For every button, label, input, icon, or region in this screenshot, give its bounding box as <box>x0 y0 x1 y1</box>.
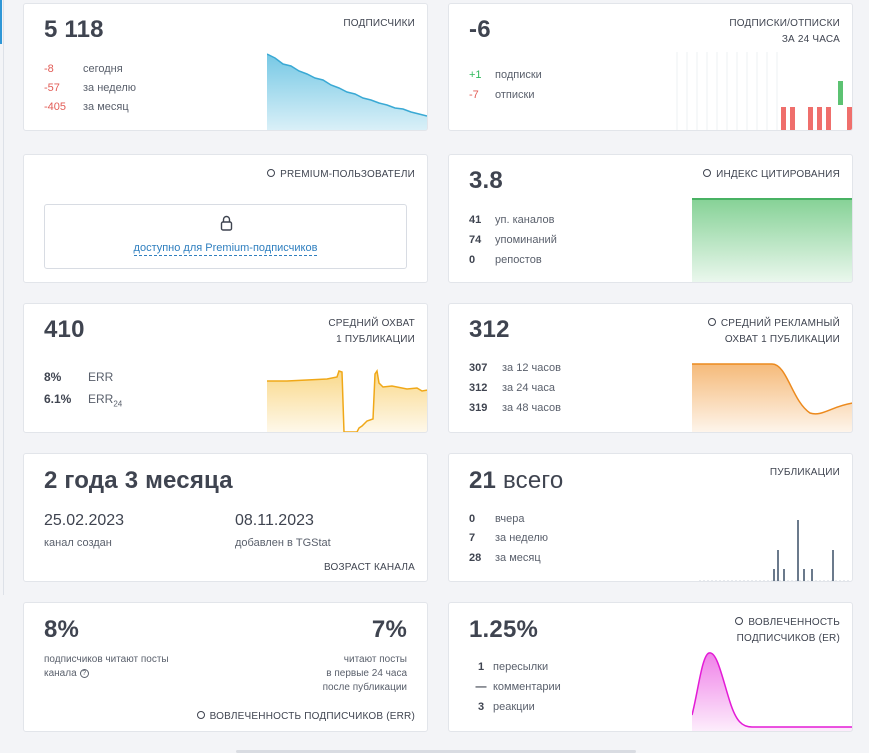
citation-reposts: 0 репостов <box>469 254 542 266</box>
premium-card[interactable]: PREMIUM-ПОЛЬЗОВАТЕЛИ доступно для Premiu… <box>23 154 428 283</box>
active-indicator <box>0 0 2 44</box>
ad-reach-12h: 307 за 12 часов <box>469 362 561 374</box>
subs-unsubs-card[interactable]: -6 ПОДПИСКИ/ОТПИСКИ ЗА 24 ЧАСА +1 подписки… <box>448 3 853 131</box>
citation-header: ИНДЕКС ЦИТИРОВАНИЯ <box>703 167 840 183</box>
subs-unsubs-header: ПОДПИСКИ/ОТПИСКИ ЗА 24 ЧАСА <box>729 18 840 45</box>
err-left-label: подписчиков читают посты канала? <box>44 654 169 679</box>
channel-age-value: 2 года 3 месяца <box>44 467 233 494</box>
reach-header: СРЕДНИЙ ОХВАТ 1 ПУБЛИКАЦИИ <box>328 318 415 345</box>
unsubscriptions-row: -7 отписки <box>469 89 535 101</box>
err-card[interactable]: 8% 7% подписчиков читают посты канала? чи… <box>23 602 428 732</box>
err-right-value: 7% <box>371 616 407 643</box>
er-comments: — комментарии <box>475 681 561 693</box>
subscribers-today: -8 сегодня <box>44 63 123 75</box>
added-label: добавлен в TGStat <box>235 537 331 549</box>
net-change: -6 <box>469 16 491 43</box>
publications-bar-chart <box>699 520 851 581</box>
err24-row: 6.1% ERR24 <box>44 392 123 409</box>
premium-header: PREMIUM-ПОЛЬЗОВАТЕЛИ <box>267 167 415 183</box>
subscribers-trend-chart <box>267 53 427 130</box>
publications-yesterday: 0 вчера <box>469 513 525 525</box>
publications-card[interactable]: 21 всего ПУБЛИКАЦИИ 0 вчера 7 за неделю 28… <box>448 453 853 582</box>
reach-card[interactable]: 410 СРЕДНИЙ ОХВАТ 1 ПУБЛИКАЦИИ 8% ERR 6.1%… <box>23 303 428 433</box>
premium-lock-box: доступно для Premium-подписчиков <box>44 204 407 269</box>
premium-link[interactable]: доступно для Premium-подписчиков <box>45 242 406 256</box>
citation-card[interactable]: 3.8 ИНДЕКС ЦИТИРОВАНИЯ 41 уп. каналов 74 у… <box>448 154 853 283</box>
created-label: канал создан <box>44 537 112 549</box>
err-right-label: читают посты в первые 24 часа после публик… <box>322 654 407 693</box>
er-header: ВОВЛЕЧЕННОСТЬ ПОДПИСЧИКОВ (ER) <box>735 617 840 644</box>
reach-area-chart <box>267 369 427 432</box>
er-area-chart <box>692 652 852 731</box>
reach-value: 410 <box>44 316 85 343</box>
citation-channels: 41 уп. каналов <box>469 214 555 226</box>
citation-mentions: 74 упоминаний <box>469 234 557 246</box>
ad-reach-card[interactable]: 312 СРЕДНИЙ РЕКЛАМНЫЙ ОХВАТ 1 ПУБЛИКАЦИИ … <box>448 303 853 433</box>
er-forwards: 1 пересылки <box>477 661 549 673</box>
created-date: 25.02.2023 <box>44 512 125 529</box>
subscribers-header: ПОДПИСЧИКИ <box>343 18 415 29</box>
err-footer: ВОВЛЕЧЕННОСТЬ ПОДПИСЧИКОВ (ERR) <box>196 709 415 725</box>
citation-index-value: 3.8 <box>469 167 503 194</box>
publications-total: 21 всего <box>469 467 564 494</box>
er-card[interactable]: 1.25% ВОВЛЕЧЕННОСТЬ ПОДПИСЧИКОВ (ER) 1 пер… <box>448 602 853 732</box>
er-reactions: 3 реакции <box>477 701 535 713</box>
ad-reach-24h: 312 за 24 часа <box>469 382 555 394</box>
info-circle-icon <box>707 318 716 326</box>
ad-reach-48h: 319 за 48 часов <box>469 402 561 414</box>
publications-header: ПУБЛИКАЦИИ <box>769 467 840 478</box>
info-circle-icon <box>267 169 276 177</box>
subscribers-month: -405 за месяц <box>44 101 129 113</box>
subscribers-card[interactable]: 5 118 ПОДПИСЧИКИ -8 сегодня -57 за неделю … <box>23 3 428 131</box>
publications-week: 7 за неделю <box>469 532 549 544</box>
question-circle-icon[interactable]: ? <box>79 669 89 678</box>
ad-reach-header: СРЕДНИЙ РЕКЛАМНЫЙ ОХВАТ 1 ПУБЛИКАЦИИ <box>707 316 840 348</box>
channel-age-card[interactable]: 2 года 3 месяца 25.02.2023 канал создан … <box>23 453 428 582</box>
added-date: 08.11.2023 <box>235 512 314 529</box>
subscriptions-row: +1 подписки <box>469 69 542 81</box>
er-value: 1.25% <box>469 616 539 643</box>
citation-area-chart <box>692 198 852 282</box>
info-circle-icon <box>703 169 712 177</box>
subs-unsubs-bar-chart <box>676 52 852 130</box>
ad-reach-area-chart <box>692 363 852 432</box>
ad-reach-value: 312 <box>469 316 510 343</box>
info-circle-icon <box>196 711 205 719</box>
publications-month: 28 за месяц <box>469 552 541 564</box>
subscribers-week: -57 за неделю <box>44 82 137 94</box>
channel-age-footer: ВОЗРАСТ КАНАЛА <box>323 562 415 573</box>
info-circle-icon <box>735 617 744 625</box>
sidebar-divider <box>3 0 4 595</box>
err-row: 8% ERR <box>44 370 114 384</box>
lock-icon <box>220 215 233 231</box>
subscribers-count: 5 118 <box>44 16 104 43</box>
err-left-value: 8% <box>44 616 80 643</box>
